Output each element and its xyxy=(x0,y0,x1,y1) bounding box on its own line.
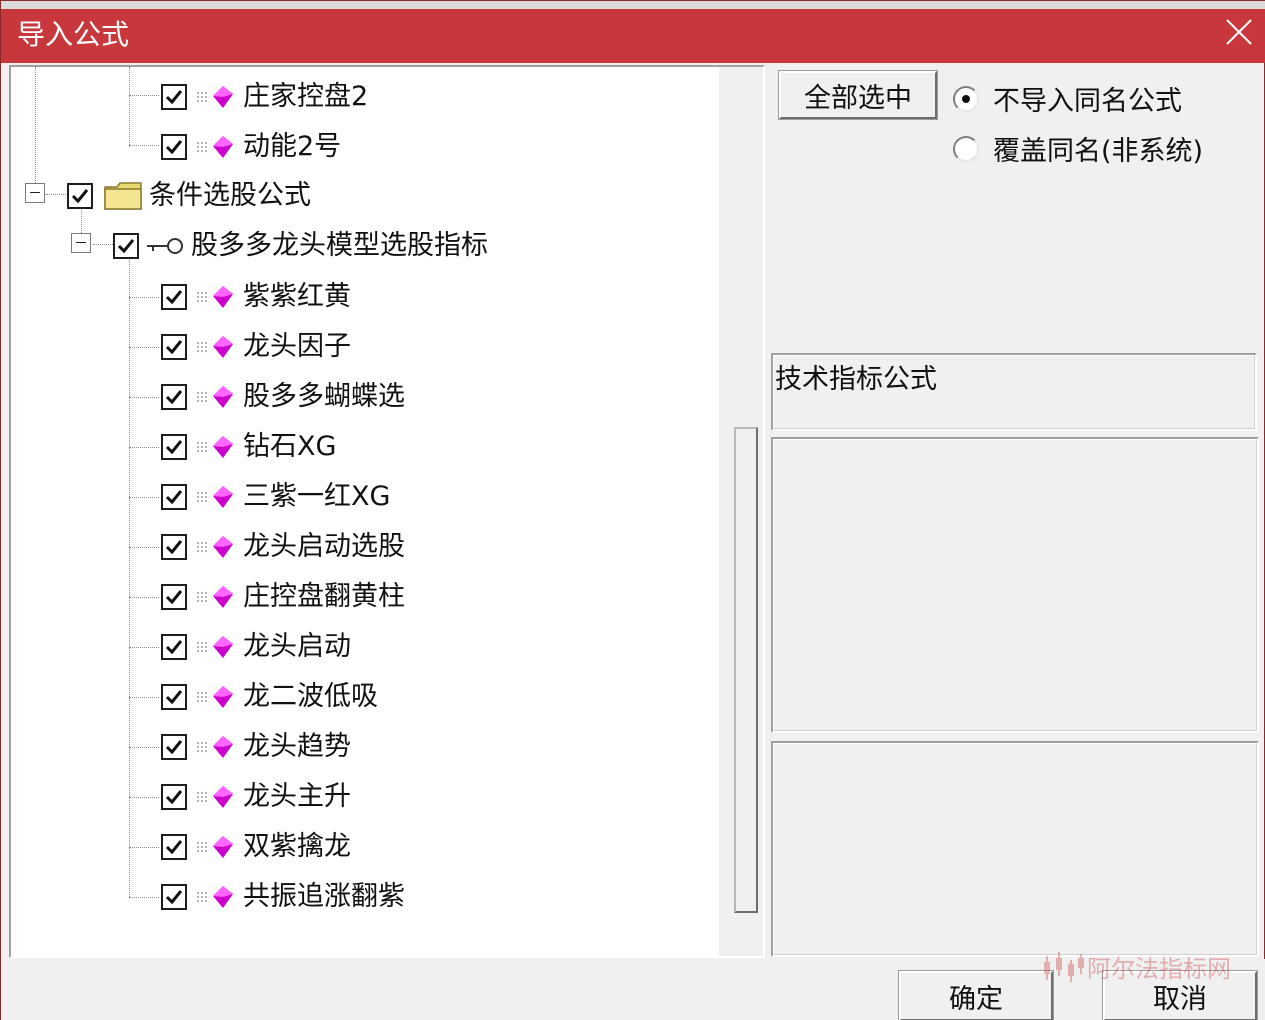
formula-type-box: 技术指标公式 xyxy=(771,353,1257,431)
background-strip xyxy=(1,1,1265,9)
tree-item-label: 三紫一红XG xyxy=(243,481,391,512)
formula-detail-box xyxy=(771,741,1259,957)
tree-item-checkbox[interactable] xyxy=(161,434,187,460)
formula-gem-icon xyxy=(195,634,237,660)
formula-gem-icon xyxy=(195,884,237,910)
tree-item[interactable]: 龙二波低吸 xyxy=(161,675,378,719)
tree-item-checkbox[interactable] xyxy=(161,884,187,910)
window-title: 导入公式 xyxy=(17,18,130,51)
tree-item-checkbox[interactable] xyxy=(161,584,187,610)
tree-item-label: 龙头启动 xyxy=(243,631,351,662)
formula-gem-icon xyxy=(195,734,237,760)
formula-tree: 庄家控盘2 动能2号条件选股公式股多多龙头模型选股指标紫紫红黄龙头因子股多多蝴蝶选… xyxy=(9,65,765,958)
formula-gem-icon xyxy=(195,484,237,510)
tree-item-label: 庄控盘翻黄柱 xyxy=(243,581,405,612)
formula-gem-icon xyxy=(195,534,237,560)
tree-item-checkbox[interactable] xyxy=(161,384,187,410)
radio-skip-duplicates-label: 不导入同名公式 xyxy=(993,86,1182,117)
formula-gem-icon xyxy=(195,834,237,860)
tree-item-label: 共振追涨翻紫 xyxy=(243,881,405,912)
tree-item-checkbox[interactable] xyxy=(161,334,187,360)
tree-scrollbar[interactable] xyxy=(719,67,763,956)
radio-overwrite-duplicates-label: 覆盖同名(非系统) xyxy=(993,136,1204,167)
radio-skip-duplicates[interactable]: 不导入同名公式 xyxy=(953,79,1182,118)
tree-item[interactable]: 龙头启动选股 xyxy=(161,525,405,569)
tree-item[interactable]: 龙头因子 xyxy=(161,325,351,369)
tree-item[interactable]: 钻石XG xyxy=(161,425,336,469)
close-icon[interactable] xyxy=(1224,17,1254,47)
tree-item[interactable]: 庄家控盘2 xyxy=(161,75,368,119)
ok-button[interactable]: 确定 xyxy=(898,970,1054,1020)
formula-gem-icon xyxy=(195,384,237,410)
tree-item-checkbox[interactable] xyxy=(161,134,187,160)
tree-item[interactable]: 股多多蝴蝶选 xyxy=(161,375,405,419)
tree-item-label: 龙二波低吸 xyxy=(243,681,378,712)
select-all-button[interactable]: 全部选中 xyxy=(778,70,938,120)
category-collapse-toggle[interactable] xyxy=(25,183,45,203)
formula-gem-icon xyxy=(195,84,237,110)
tree-item-label: 双紫擒龙 xyxy=(243,831,351,862)
key-icon xyxy=(145,234,185,258)
tree-item-checkbox[interactable] xyxy=(161,284,187,310)
formula-gem-icon xyxy=(195,284,237,310)
formula-gem-icon xyxy=(195,584,237,610)
tree-category-label: 条件选股公式 xyxy=(149,180,311,211)
tree-item-checkbox[interactable] xyxy=(161,634,187,660)
tree-item[interactable]: 三紫一红XG xyxy=(161,475,390,519)
tree-item[interactable]: 紫紫红黄 xyxy=(161,275,351,319)
tree-item-label: 股多多蝴蝶选 xyxy=(243,381,405,412)
tree-category-checkbox[interactable] xyxy=(67,183,93,209)
formula-gem-icon xyxy=(195,334,237,360)
formula-type-text: 技术指标公式 xyxy=(775,364,937,395)
tree-item-label: 钻石XG xyxy=(243,431,337,462)
formula-gem-icon xyxy=(195,684,237,710)
tree-group[interactable]: 股多多龙头模型选股指标 xyxy=(113,224,488,268)
tree-item-checkbox[interactable] xyxy=(161,534,187,560)
tree-item-checkbox[interactable] xyxy=(161,84,187,110)
scrollbar-thumb[interactable] xyxy=(734,427,758,913)
tree-item-label: 庄家控盘2 xyxy=(243,81,369,112)
formula-description-box xyxy=(771,437,1259,733)
tree-item[interactable]: 龙头主升 xyxy=(161,775,351,819)
tree-item[interactable]: 共振追涨翻紫 xyxy=(161,875,405,919)
watermark-text: 阿尔法指标网 xyxy=(1087,955,1231,983)
tree-item[interactable]: 龙头启动 xyxy=(161,625,351,669)
tree-item[interactable]: 庄控盘翻黄柱 xyxy=(161,575,405,619)
tree-item[interactable]: 动能2号 xyxy=(161,125,341,169)
watermark: 阿尔法指标网 xyxy=(1041,949,1231,984)
radio-overwrite-duplicates[interactable]: 覆盖同名(非系统) xyxy=(953,129,1203,168)
tree-item[interactable]: 双紫擒龙 xyxy=(161,825,351,869)
formula-gem-icon xyxy=(195,784,237,810)
candlestick-logo-icon xyxy=(1044,951,1084,982)
tree-item[interactable]: 龙头趋势 xyxy=(161,725,351,769)
tree-item-checkbox[interactable] xyxy=(161,834,187,860)
tree-category[interactable]: 条件选股公式 xyxy=(67,174,311,218)
title-bar: 导入公式 xyxy=(1,9,1265,63)
tree-item-label: 龙头因子 xyxy=(243,331,351,362)
tree-item-label: 龙头启动选股 xyxy=(243,531,405,562)
import-formula-dialog: 导入公式 庄家控盘2 动能2号条件选股公式股多多龙头模型选股指标紫紫红黄龙头因子股… xyxy=(0,0,1265,1020)
tree-content: 庄家控盘2 动能2号条件选股公式股多多龙头模型选股指标紫紫红黄龙头因子股多多蝴蝶选… xyxy=(11,67,721,956)
tree-item-label: 龙头趋势 xyxy=(243,731,351,762)
tree-item-label: 龙头主升 xyxy=(243,781,351,812)
tree-item-checkbox[interactable] xyxy=(161,734,187,760)
folder-icon xyxy=(103,181,143,211)
group-collapse-toggle[interactable] xyxy=(71,233,91,253)
radio-overwrite-duplicates-dot[interactable] xyxy=(953,135,979,162)
tree-group-checkbox[interactable] xyxy=(113,233,139,259)
tree-item-label: 动能2号 xyxy=(243,131,342,162)
formula-gem-icon xyxy=(195,434,237,460)
tree-group-label: 股多多龙头模型选股指标 xyxy=(191,230,488,261)
radio-skip-duplicates-dot[interactable] xyxy=(953,85,979,112)
formula-gem-icon xyxy=(195,134,237,160)
tree-item-label: 紫紫红黄 xyxy=(243,281,351,312)
tree-item-checkbox[interactable] xyxy=(161,484,187,510)
tree-item-checkbox[interactable] xyxy=(161,684,187,710)
tree-item-checkbox[interactable] xyxy=(161,784,187,810)
